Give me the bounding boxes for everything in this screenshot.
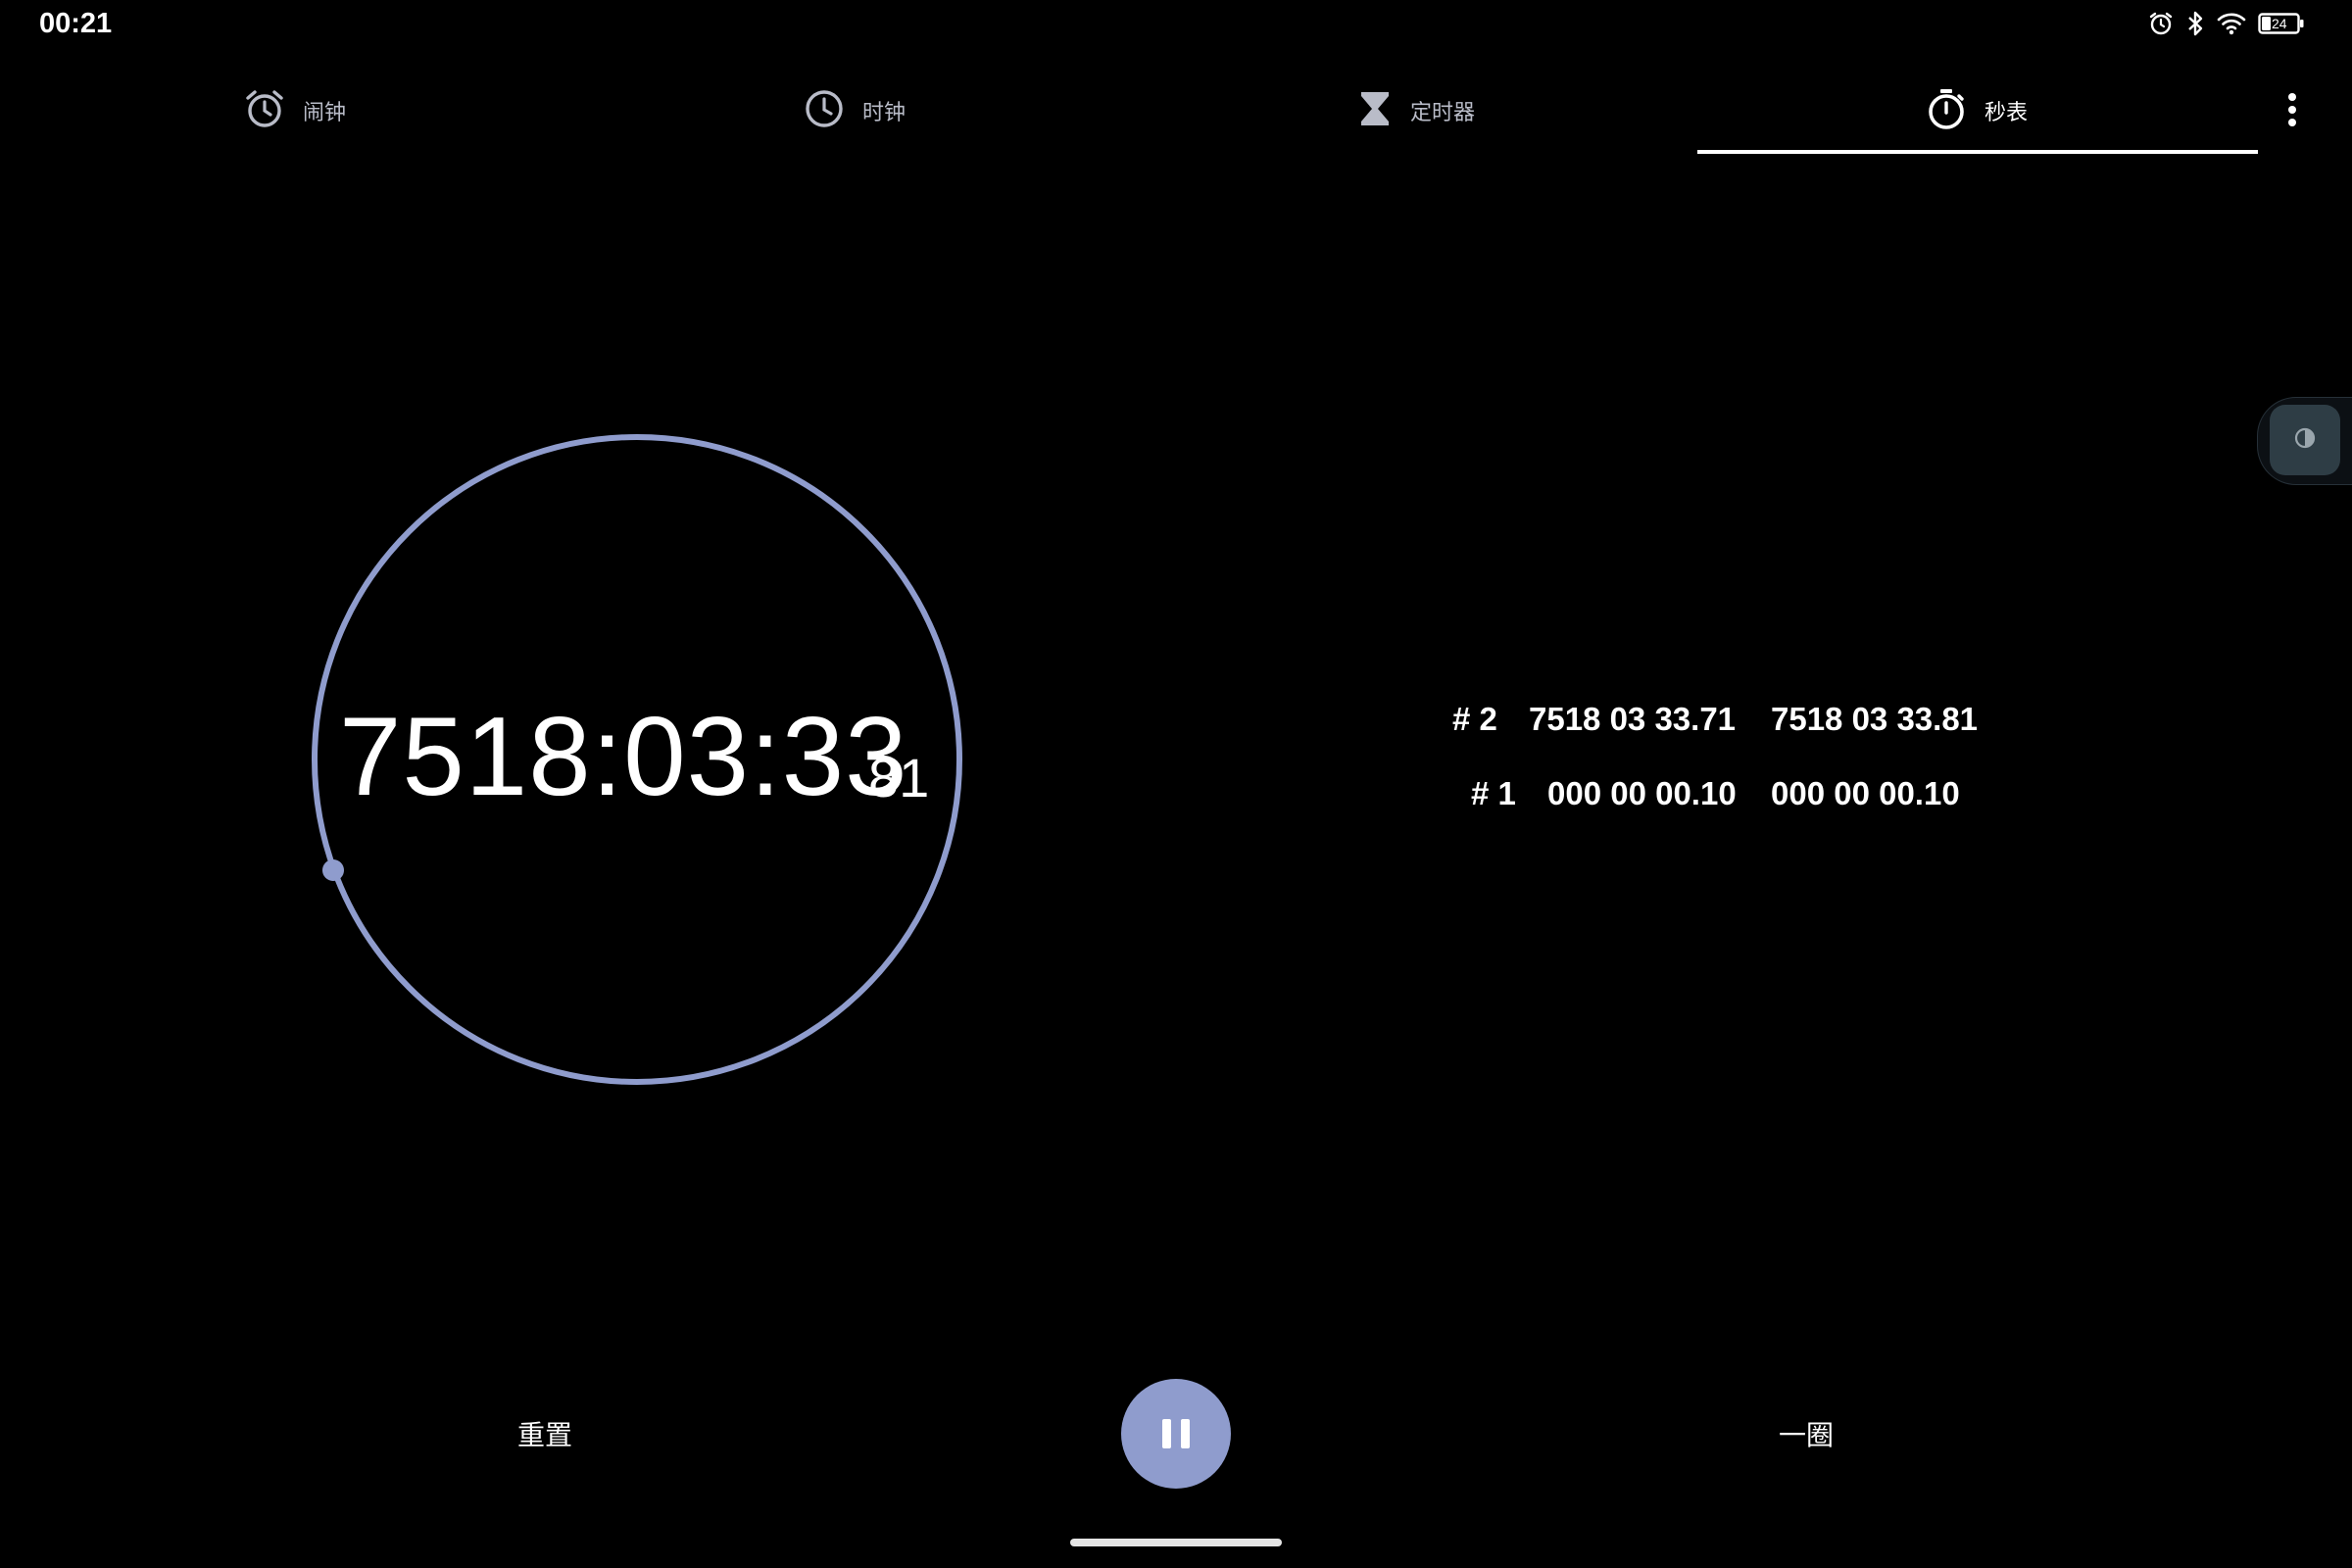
lap-number: # 2 <box>1452 701 1497 737</box>
side-toggle-button[interactable] <box>2270 405 2340 475</box>
more-vert-icon-dot <box>2288 106 2296 114</box>
hourglass-icon <box>1357 89 1393 132</box>
tab-clock-label: 时钟 <box>862 101 906 125</box>
alarm-icon <box>244 88 285 133</box>
lap-time: 000 00 00.10 <box>1547 775 1737 811</box>
bluetooth-icon <box>2185 10 2205 37</box>
clock-icon <box>804 88 845 133</box>
active-tab-indicator <box>1697 150 2258 154</box>
tab-timer-label: 定时器 <box>1410 101 1476 125</box>
lap-number: # 1 <box>1471 775 1516 811</box>
stopwatch-icon <box>1926 87 1967 134</box>
pause-icon <box>1162 1419 1171 1448</box>
elapsed-time: 7518:03:33 <box>339 695 908 819</box>
pause-icon <box>1181 1419 1190 1448</box>
battery-icon: 24 <box>2258 11 2305 36</box>
lap-time: 7518 03 33.71 <box>1529 701 1737 737</box>
tab-stopwatch-label: 秒表 <box>1984 101 2029 125</box>
more-options-button[interactable] <box>2278 86 2306 133</box>
tab-timer[interactable]: 定时器 <box>1357 83 1475 138</box>
status-bar-time: 00:21 <box>39 8 113 39</box>
elapsed-hundredths: 81 <box>868 747 930 808</box>
more-vert-icon-dot <box>2288 119 2296 126</box>
tab-alarm-label: 闹钟 <box>303 101 347 125</box>
tab-alarm[interactable]: 闹钟 <box>244 83 346 138</box>
battery-level: 24 <box>2272 16 2287 31</box>
lap-total-time: 7518 03 33.81 <box>1771 701 1979 737</box>
reset-button[interactable]: 重置 <box>517 1414 572 1453</box>
lap-list: # 2 7518 03 33.71 7518 03 33.81 # 1 000 … <box>1441 701 2048 838</box>
home-indicator[interactable] <box>1070 1539 1282 1546</box>
tab-clock[interactable]: 时钟 <box>804 83 906 138</box>
tab-stopwatch[interactable]: 秒表 <box>1926 83 2028 138</box>
pause-button[interactable] <box>1121 1379 1231 1489</box>
wifi-icon <box>2217 11 2246 36</box>
alarm-status-icon <box>2148 11 2174 36</box>
contrast-icon <box>2293 426 2317 454</box>
dial-progress-dot <box>322 859 344 881</box>
more-vert-icon-dot <box>2288 93 2296 101</box>
lap-button[interactable]: 一圈 <box>1779 1414 1834 1453</box>
status-bar-icons: 24 <box>2148 6 2305 41</box>
lap-total-time: 000 00 00.10 <box>1771 775 1960 811</box>
